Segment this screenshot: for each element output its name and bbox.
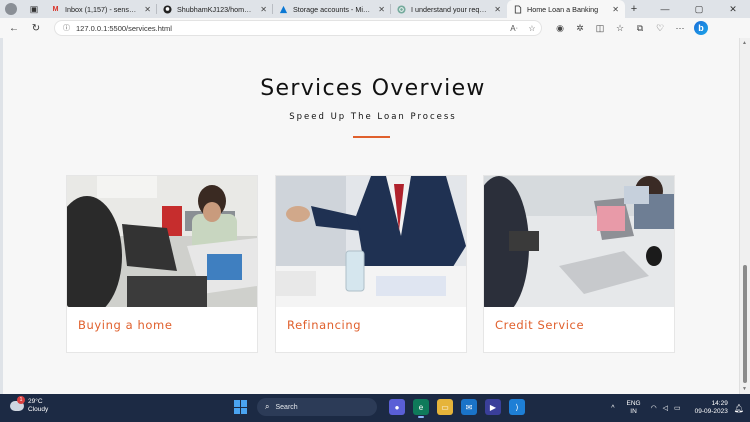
browser-essentials-icon[interactable]: ♡ (650, 23, 670, 34)
close-window-icon[interactable]: ✕ (716, 0, 750, 18)
page-icon (513, 4, 522, 14)
notification-bell-icon[interactable]: 🔔︎ (734, 404, 744, 413)
tab-title: Storage accounts - Microsoft (293, 4, 372, 14)
tab-azure[interactable]: Storage accounts - Microsoft ✕ (273, 0, 391, 18)
minimize-icon[interactable]: — (648, 0, 682, 18)
close-tab-icon[interactable]: ✕ (612, 5, 619, 14)
close-tab-icon[interactable]: ✕ (494, 5, 501, 14)
vscode-icon[interactable]: ⟩ (509, 399, 525, 415)
service-card-credit-service[interactable]: Credit Service (483, 175, 675, 353)
window-controls: — ▢ ✕ (648, 0, 750, 18)
tab-title: I understand your request. I (411, 4, 488, 14)
github-icon (163, 4, 172, 14)
service-label: Refinancing (287, 318, 362, 332)
notification-badge: 1 (17, 396, 25, 404)
split-screen-icon[interactable]: ◫ (590, 23, 610, 34)
edge-browser-icon[interactable]: e (413, 399, 429, 418)
page-subtitle: Speed Up The Loan Process (289, 112, 457, 122)
favorites-icon[interactable]: ☆ (610, 23, 630, 34)
profile-avatar[interactable] (5, 3, 17, 15)
meeting-laptop-photo (484, 176, 674, 307)
browser-tab-strip: ▣ M Inbox (1,157) - senshubham ✕ Shubham… (0, 0, 750, 18)
scrollbar-thumb[interactable] (743, 265, 747, 383)
tab-actions-icon[interactable]: ▣ (27, 2, 41, 16)
tab-github[interactable]: ShubhamKJ123/home_loan ✕ (157, 0, 273, 18)
gmail-icon: M (52, 5, 59, 13)
url-text: 127.0.0.1:5500/services.html (76, 23, 172, 33)
tab-title: ShubhamKJ123/home_loan (177, 4, 254, 14)
chatgpt-icon (397, 4, 406, 14)
service-card-buying-home[interactable]: Buying a home (66, 175, 258, 353)
windows-start-icon[interactable] (234, 400, 248, 414)
file-explorer-icon[interactable]: ▭ (437, 399, 453, 415)
extension-icon[interactable]: ◉ (550, 23, 570, 34)
tab-title: Inbox (1,157) - senshubham (65, 4, 138, 14)
puzzle-extensions-icon[interactable]: ✲ (570, 23, 590, 34)
services-section: Services Overview Speed Up The Loan Proc… (0, 38, 740, 394)
language-region: IN (630, 408, 637, 415)
search-placeholder: Search (275, 403, 298, 411)
address-input[interactable]: ⓘ 127.0.0.1:5500/services.html Aᐧ ☆ (54, 20, 542, 36)
address-toolbar: ← ↻ ⓘ 127.0.0.1:5500/services.html Aᐧ ☆ … (0, 18, 750, 38)
tab-chatgpt[interactable]: I understand your request. I ✕ (391, 0, 507, 18)
tab-home-loan[interactable]: Home Loan a Banking ✕ (507, 0, 625, 18)
show-hidden-icons-icon[interactable]: ^ (611, 405, 614, 412)
bing-copilot-icon[interactable]: b (694, 21, 708, 35)
tab-title: Home Loan a Banking (527, 4, 599, 14)
page-scrollbar[interactable]: ▲ ▼ (740, 38, 750, 394)
search-icon: ⌕ (265, 402, 270, 411)
taskbar-apps: ⌕ Search ● e ▭ ✉ ▶ ⟩ (234, 398, 529, 418)
favorite-star-icon[interactable]: ☆ (523, 24, 541, 33)
woman-working-laptop-photo (67, 176, 257, 307)
businessman-desk-photo (276, 176, 466, 307)
web-viewport: Services Overview Speed Up The Loan Proc… (0, 38, 750, 394)
service-card-refinancing[interactable]: Refinancing (275, 175, 467, 353)
tab-gmail[interactable]: M Inbox (1,157) - senshubham ✕ (45, 0, 157, 18)
meet-chat-icon[interactable]: ● (389, 399, 405, 415)
clock-time: 14:29 (711, 400, 728, 407)
service-label: Buying a home (78, 318, 173, 332)
service-label: Credit Service (495, 318, 585, 332)
weather-desc: Cloudy (28, 406, 49, 413)
close-tab-icon[interactable]: ✕ (260, 5, 267, 14)
wifi-volume-battery-icon[interactable]: ◠ ◁ ▭ (651, 404, 683, 412)
clock-date: 09-09-2023 (694, 408, 728, 415)
scroll-down-icon[interactable]: ▼ (742, 386, 747, 392)
azure-icon (279, 5, 288, 14)
page-title: Services Overview (260, 76, 486, 101)
windows-taskbar: 1 29°C Cloudy ⌕ Search ● e ▭ ✉ ▶ ⟩ ^ ENG… (0, 394, 750, 422)
weather-widget[interactable]: 1 29°C Cloudy (10, 396, 49, 414)
info-icon[interactable]: ⓘ (63, 23, 70, 33)
maximize-icon[interactable]: ▢ (682, 0, 716, 18)
close-tab-icon[interactable]: ✕ (378, 5, 385, 14)
scroll-up-icon[interactable]: ▲ (742, 40, 747, 46)
close-tab-icon[interactable]: ✕ (144, 5, 151, 14)
language-indicator[interactable]: ENG IN (627, 400, 641, 416)
read-aloud-icon[interactable]: Aᐧ (505, 24, 523, 33)
collections-icon[interactable]: ⧉ (630, 23, 650, 34)
system-tray: ^ ENG IN ◠ ◁ ▭ 14:29 09-09-2023 🔔︎ (611, 394, 744, 422)
weather-temp: 29°C (28, 398, 43, 405)
refresh-icon[interactable]: ↻ (28, 23, 44, 34)
new-tab-icon[interactable]: + (625, 3, 643, 15)
media-player-icon[interactable]: ▶ (485, 399, 501, 415)
language-code: ENG (626, 400, 641, 407)
more-menu-icon[interactable]: ⋯ (670, 23, 690, 34)
title-divider (353, 136, 390, 138)
back-arrow-icon[interactable]: ← (6, 23, 22, 34)
taskbar-search[interactable]: ⌕ Search (257, 398, 377, 416)
mail-icon[interactable]: ✉ (461, 399, 477, 415)
clock[interactable]: 14:29 09-09-2023 (695, 400, 728, 416)
cloud-icon: 1 (10, 396, 25, 411)
